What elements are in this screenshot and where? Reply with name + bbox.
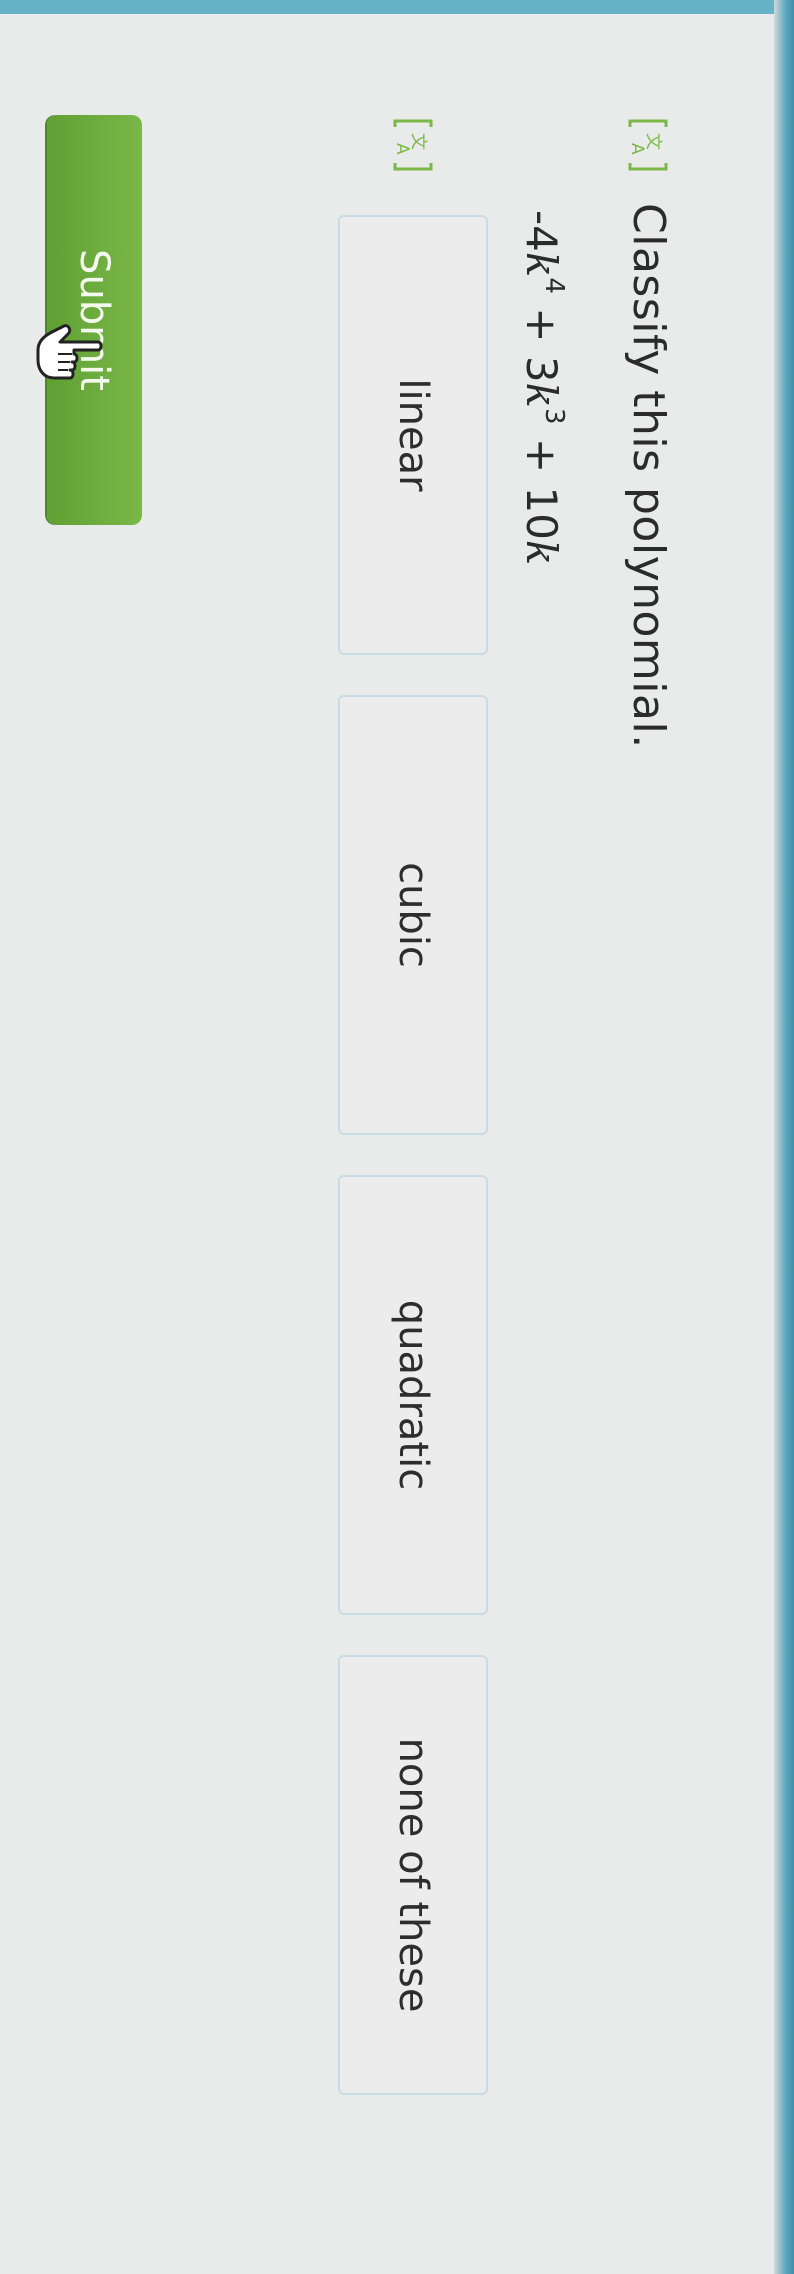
term2-exponent: 3 <box>539 408 569 425</box>
choice-none-of-these[interactable]: none of these <box>338 1655 488 2095</box>
svg-text:A: A <box>392 143 412 155</box>
polynomial-expression: -4k4 + 3k3 + 10k <box>517 210 569 566</box>
text-to-speech-icon[interactable]: 文 A <box>391 115 435 175</box>
hand-pointer-icon <box>36 324 103 380</box>
term3-coefficient: 10 <box>517 486 566 540</box>
term3-variable: k <box>517 539 566 566</box>
choice-linear[interactable]: linear <box>338 215 488 655</box>
operator-1: + <box>517 307 566 343</box>
question-row: 文 A Classify this polynomial. <box>623 115 674 749</box>
choice-cubic[interactable]: cubic <box>338 695 488 1135</box>
term1-coefficient: -4 <box>517 210 566 252</box>
term1-variable: k <box>517 251 566 278</box>
operator-2: + <box>517 437 566 474</box>
term2-coefficient: 3 <box>517 355 566 383</box>
choice-quadratic[interactable]: quadratic <box>338 1175 488 1615</box>
question-panel: 文 A Classify this polynomial. -4k4 + 3k3… <box>0 0 794 2274</box>
answer-choices: 文 A linear cubic quadratic none of these <box>338 115 488 2095</box>
svg-text:A: A <box>628 143 648 155</box>
question-prompt: Classify this polynomial. <box>623 203 674 749</box>
text-to-speech-icon[interactable]: 文 A <box>627 115 671 175</box>
term2-variable: k <box>517 382 566 408</box>
term1-exponent: 4 <box>539 277 569 294</box>
